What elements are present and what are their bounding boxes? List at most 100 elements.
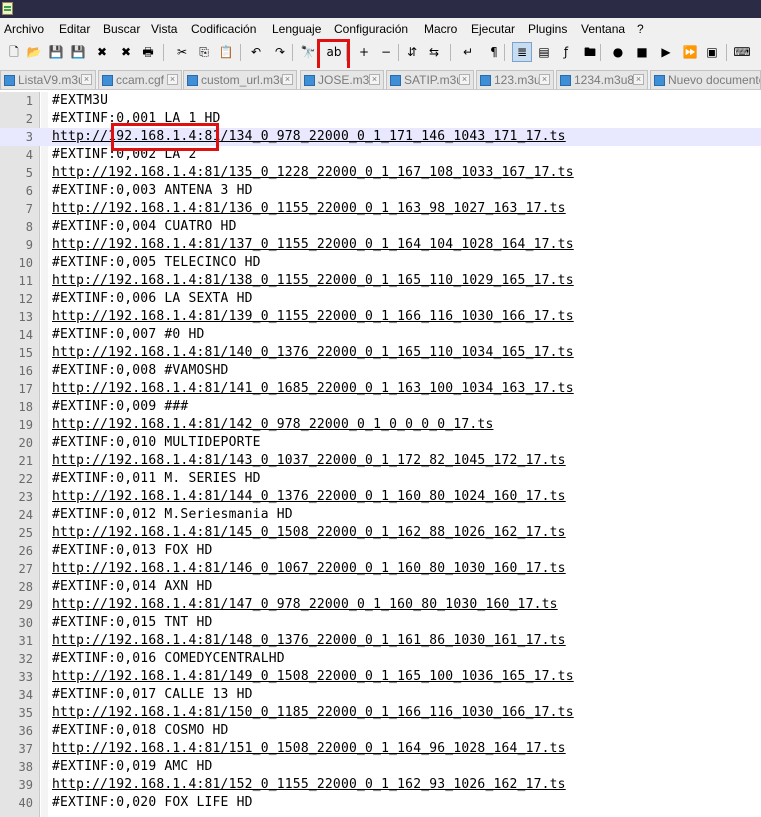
editor-line[interactable]: 21 http://192.168.1.4:81/143_0_1037_22000…: [0, 452, 761, 470]
menu-plugins[interactable]: Plugins: [528, 22, 567, 36]
tab-close-icon[interactable]: ×: [539, 74, 550, 85]
editor-line[interactable]: 35 http://192.168.1.4:81/150_0_1185_22000…: [0, 704, 761, 722]
text-editor[interactable]: 1 #EXTM3U 2 #EXTINF:0,001 LA 1 HD 3 http://19…: [0, 92, 761, 817]
close-icon[interactable]: ✖: [92, 42, 112, 62]
tab-5[interactable]: 123.m3u ×: [476, 70, 554, 89]
editor-line[interactable]: 9 http://192.168.1.4:81/137_0_1155_22000_…: [0, 236, 761, 254]
undo-icon[interactable]: ↶: [246, 42, 266, 62]
editor-line[interactable]: 32 #EXTINF:0,016 COMEDYCENTRALHD: [0, 650, 761, 668]
menu-help[interactable]: ?: [637, 22, 644, 36]
sync-horizontal-icon[interactable]: ⇆: [424, 42, 444, 62]
stream-url[interactable]: http://192.168.1.4:81/146_0_1067_22000_0…: [52, 561, 566, 576]
editor-line[interactable]: 10 #EXTINF:0,005 TELECINCO HD: [0, 254, 761, 272]
tab-6[interactable]: 1234.m3u8 ×: [556, 70, 648, 89]
zoom-in-icon[interactable]: +: [354, 42, 374, 62]
record-macro-icon[interactable]: ●: [608, 42, 628, 62]
stop-recording-icon[interactable]: ■: [632, 42, 652, 62]
menu-macro[interactable]: Macro: [424, 22, 457, 36]
stream-url[interactable]: http://192.168.1.4:81/150_0_1185_22000_0…: [52, 705, 574, 720]
tab-0[interactable]: ListaV9.m3u ×: [0, 70, 96, 89]
editor-line[interactable]: 38 #EXTINF:0,019 AMC HD: [0, 758, 761, 776]
run-macro-multiple-icon[interactable]: ⏩: [680, 42, 700, 62]
redo-icon[interactable]: ↷: [270, 42, 290, 62]
tab-3[interactable]: JOSE.m3u ×: [300, 70, 384, 89]
editor-line[interactable]: 7 http://192.168.1.4:81/136_0_1155_22000_…: [0, 200, 761, 218]
editor-line[interactable]: 25 http://192.168.1.4:81/145_0_1508_22000…: [0, 524, 761, 542]
cut-icon[interactable]: ✂: [172, 42, 192, 62]
editor-line[interactable]: 1 #EXTM3U: [0, 92, 761, 110]
menu-vista[interactable]: Vista: [151, 22, 177, 36]
menu-ventana[interactable]: Ventana: [581, 22, 625, 36]
editor-line[interactable]: 3 http://192.168.1.4:81/134_0_978_22000_0…: [0, 128, 761, 146]
stream-url[interactable]: http://192.168.1.4:81/148_0_1376_22000_0…: [52, 633, 566, 648]
editor-line[interactable]: 37 http://192.168.1.4:81/151_0_1508_22000…: [0, 740, 761, 758]
print-icon[interactable]: 🖶: [138, 42, 158, 62]
save-all-icon[interactable]: 💾: [68, 42, 88, 62]
new-file-icon[interactable]: 🗋: [4, 42, 24, 62]
editor-line[interactable]: 33 http://192.168.1.4:81/149_0_1508_22000…: [0, 668, 761, 686]
save-macro-icon[interactable]: ▣: [702, 42, 722, 62]
sync-vertical-icon[interactable]: ⇵: [402, 42, 422, 62]
editor-line[interactable]: 23 http://192.168.1.4:81/144_0_1376_22000…: [0, 488, 761, 506]
stream-url[interactable]: http://192.168.1.4:81/151_0_1508_22000_0…: [52, 741, 566, 756]
editor-line[interactable]: 6 #EXTINF:0,003 ANTENA 3 HD: [0, 182, 761, 200]
tab-7[interactable]: Nuevo documento: [650, 70, 761, 89]
stream-url[interactable]: http://192.168.1.4:81/139_0_1155_22000_0…: [52, 309, 574, 324]
editor-line[interactable]: 14 #EXTINF:0,007 #0 HD: [0, 326, 761, 344]
editor-line[interactable]: 2 #EXTINF:0,001 LA 1 HD: [0, 110, 761, 128]
editor-line[interactable]: 36 #EXTINF:0,018 COSMO HD: [0, 722, 761, 740]
find-icon[interactable]: 🔭: [298, 42, 318, 62]
editor-line[interactable]: 24 #EXTINF:0,012 M.Seriesmania HD: [0, 506, 761, 524]
spell-check-icon[interactable]: ⌨: [732, 42, 752, 62]
document-map-icon[interactable]: ▤: [534, 42, 554, 62]
stream-url[interactable]: http://192.168.1.4:81/134_0_978_22000_0_…: [52, 129, 566, 144]
editor-line[interactable]: 30 #EXTINF:0,015 TNT HD: [0, 614, 761, 632]
tab-close-icon[interactable]: ×: [369, 74, 380, 85]
editor-line[interactable]: 18 #EXTINF:0,009 ###: [0, 398, 761, 416]
open-file-icon[interactable]: 📂: [24, 42, 44, 62]
editor-line[interactable]: 13 http://192.168.1.4:81/139_0_1155_22000…: [0, 308, 761, 326]
editor-line[interactable]: 11 http://192.168.1.4:81/138_0_1155_22000…: [0, 272, 761, 290]
menu-editar[interactable]: Editar: [59, 22, 90, 36]
stream-url[interactable]: http://192.168.1.4:81/143_0_1037_22000_0…: [52, 453, 566, 468]
copy-icon[interactable]: ⎘: [194, 42, 214, 62]
save-icon[interactable]: 💾: [46, 42, 66, 62]
editor-line[interactable]: 5 http://192.168.1.4:81/135_0_1228_22000_…: [0, 164, 761, 182]
tab-close-icon[interactable]: ×: [459, 74, 470, 85]
editor-line[interactable]: 12 #EXTINF:0,006 LA SEXTA HD: [0, 290, 761, 308]
editor-line[interactable]: 34 #EXTINF:0,017 CALLE 13 HD: [0, 686, 761, 704]
menu-archivo[interactable]: Archivo: [4, 22, 44, 36]
editor-line[interactable]: 19 http://192.168.1.4:81/142_0_978_22000_…: [0, 416, 761, 434]
editor-line[interactable]: 26 #EXTINF:0,013 FOX HD: [0, 542, 761, 560]
stream-url[interactable]: http://192.168.1.4:81/152_0_1155_22000_0…: [52, 777, 566, 792]
menu-lenguaje[interactable]: Lenguaje: [272, 22, 321, 36]
stream-url[interactable]: http://192.168.1.4:81/138_0_1155_22000_0…: [52, 273, 574, 288]
tab-close-icon[interactable]: ×: [167, 74, 178, 85]
tab-1[interactable]: ccam.cgf ×: [98, 70, 182, 89]
zoom-out-icon[interactable]: −: [376, 42, 396, 62]
tab-2[interactable]: custom_url.m3u ×: [183, 70, 297, 89]
playback-macro-icon[interactable]: ▶: [656, 42, 676, 62]
editor-line[interactable]: 20 #EXTINF:0,010 MULTIDEPORTE: [0, 434, 761, 452]
tab-close-icon[interactable]: ×: [633, 74, 644, 85]
stream-url[interactable]: http://192.168.1.4:81/145_0_1508_22000_0…: [52, 525, 566, 540]
close-all-icon[interactable]: ✖: [116, 42, 136, 62]
menu-configuracion[interactable]: Configuración: [334, 22, 408, 36]
show-all-characters-icon[interactable]: ¶: [484, 42, 504, 62]
editor-line[interactable]: 8 #EXTINF:0,004 CUATRO HD: [0, 218, 761, 236]
tab-close-icon[interactable]: ×: [282, 74, 293, 85]
editor-line[interactable]: 29 http://192.168.1.4:81/147_0_978_22000_…: [0, 596, 761, 614]
stream-url[interactable]: http://192.168.1.4:81/149_0_1508_22000_0…: [52, 669, 574, 684]
tab-close-icon[interactable]: ×: [81, 74, 92, 85]
menu-ejecutar[interactable]: Ejecutar: [471, 22, 515, 36]
stream-url[interactable]: http://192.168.1.4:81/142_0_978_22000_0_…: [52, 417, 493, 432]
stream-url[interactable]: http://192.168.1.4:81/137_0_1155_22000_0…: [52, 237, 574, 252]
stream-url[interactable]: http://192.168.1.4:81/141_0_1685_22000_0…: [52, 381, 574, 396]
replace-icon[interactable]: ab: [324, 42, 344, 62]
editor-line[interactable]: 15 http://192.168.1.4:81/140_0_1376_22000…: [0, 344, 761, 362]
menu-codificacion[interactable]: Codificación: [191, 22, 256, 36]
menu-buscar[interactable]: Buscar: [103, 22, 140, 36]
editor-line[interactable]: 40 #EXTINF:0,020 FOX LIFE HD: [0, 794, 761, 812]
word-wrap-icon[interactable]: ↵: [458, 42, 478, 62]
editor-line[interactable]: 28 #EXTINF:0,014 AXN HD: [0, 578, 761, 596]
